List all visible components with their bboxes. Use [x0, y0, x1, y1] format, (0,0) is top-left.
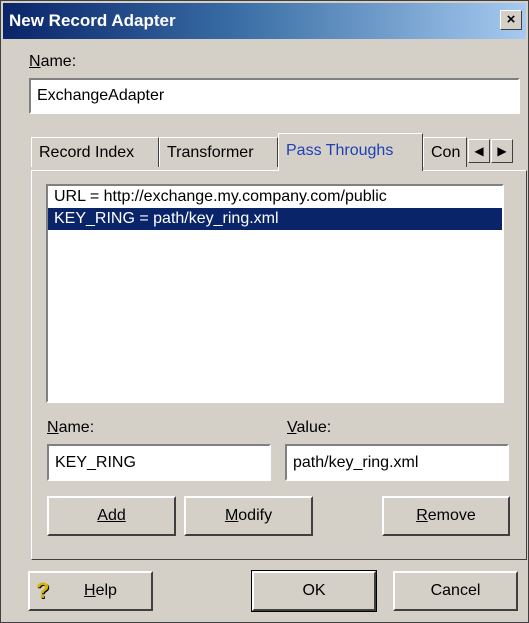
name-label-rest: ame:	[40, 53, 77, 70]
tab-con[interactable]: Con	[423, 137, 467, 167]
add-button[interactable]: Add	[47, 496, 176, 536]
tab-pass-throughs[interactable]: Pass Throughs	[278, 133, 423, 171]
tab-record-index[interactable]: Record Index	[31, 137, 159, 167]
pass-through-name-input[interactable]: KEY_RING	[47, 444, 271, 481]
tab-scroll-right-button[interactable]: ▶	[491, 139, 513, 163]
triangle-left-icon: ◀	[474, 144, 484, 158]
question-mark-icon: ?	[36, 578, 50, 603]
add-button-label: Add	[97, 507, 126, 524]
tab-strip: Record Index Transformer Pass Throughs C…	[31, 133, 527, 171]
help-button-label: Help	[84, 582, 117, 599]
list-item[interactable]: URL = http://exchange.my.company.com/pub…	[48, 186, 502, 208]
pass-through-value-rest: alue:	[296, 419, 332, 436]
ok-button-label: OK	[302, 582, 326, 599]
pass-through-name-label: Name:	[47, 419, 94, 437]
cancel-button-label: Cancel	[430, 582, 481, 599]
pass-through-value-label: Value:	[287, 419, 331, 437]
cancel-button[interactable]: Cancel	[393, 571, 518, 611]
tab-transformer[interactable]: Transformer	[159, 137, 278, 167]
pass-through-name-mnemonic: N	[47, 419, 59, 436]
name-label: Name:	[29, 53, 76, 71]
list-item-selected[interactable]: KEY_RING = path/key_ring.xml	[48, 208, 502, 230]
modify-button-label: Modify	[224, 507, 273, 524]
window-title: New Record Adapter	[9, 11, 176, 30]
title-bar[interactable]: New Record Adapter ×	[3, 3, 526, 39]
remove-button-label: Remove	[416, 507, 476, 524]
name-label-mnemonic: N	[29, 53, 41, 70]
pass-through-name-rest: ame:	[58, 419, 95, 436]
tab-pass-throughs-label: Pass Throughs	[286, 142, 394, 159]
pass-through-value-input[interactable]: path/key_ring.xml	[285, 444, 509, 481]
new-record-adapter-dialog: New Record Adapter × Name: ExchangeAdapt…	[0, 0, 529, 623]
pass-throughs-list[interactable]: URL = http://exchange.my.company.com/pub…	[46, 184, 504, 403]
triangle-right-icon: ▶	[497, 144, 507, 158]
help-button[interactable]: ? Help	[28, 571, 153, 611]
close-button[interactable]: ×	[500, 10, 522, 30]
tab-con-label: Con	[431, 144, 461, 161]
ok-button[interactable]: OK	[251, 570, 377, 612]
tab-record-index-label: Record Index	[39, 144, 135, 161]
adapter-name-input[interactable]: ExchangeAdapter	[29, 78, 520, 114]
tab-transformer-label: Transformer	[167, 144, 254, 161]
remove-button[interactable]: Remove	[382, 496, 510, 536]
modify-button[interactable]: Modify	[184, 496, 313, 536]
close-icon: ×	[506, 11, 516, 28]
tab-scroll-left-button[interactable]: ◀	[468, 139, 490, 163]
